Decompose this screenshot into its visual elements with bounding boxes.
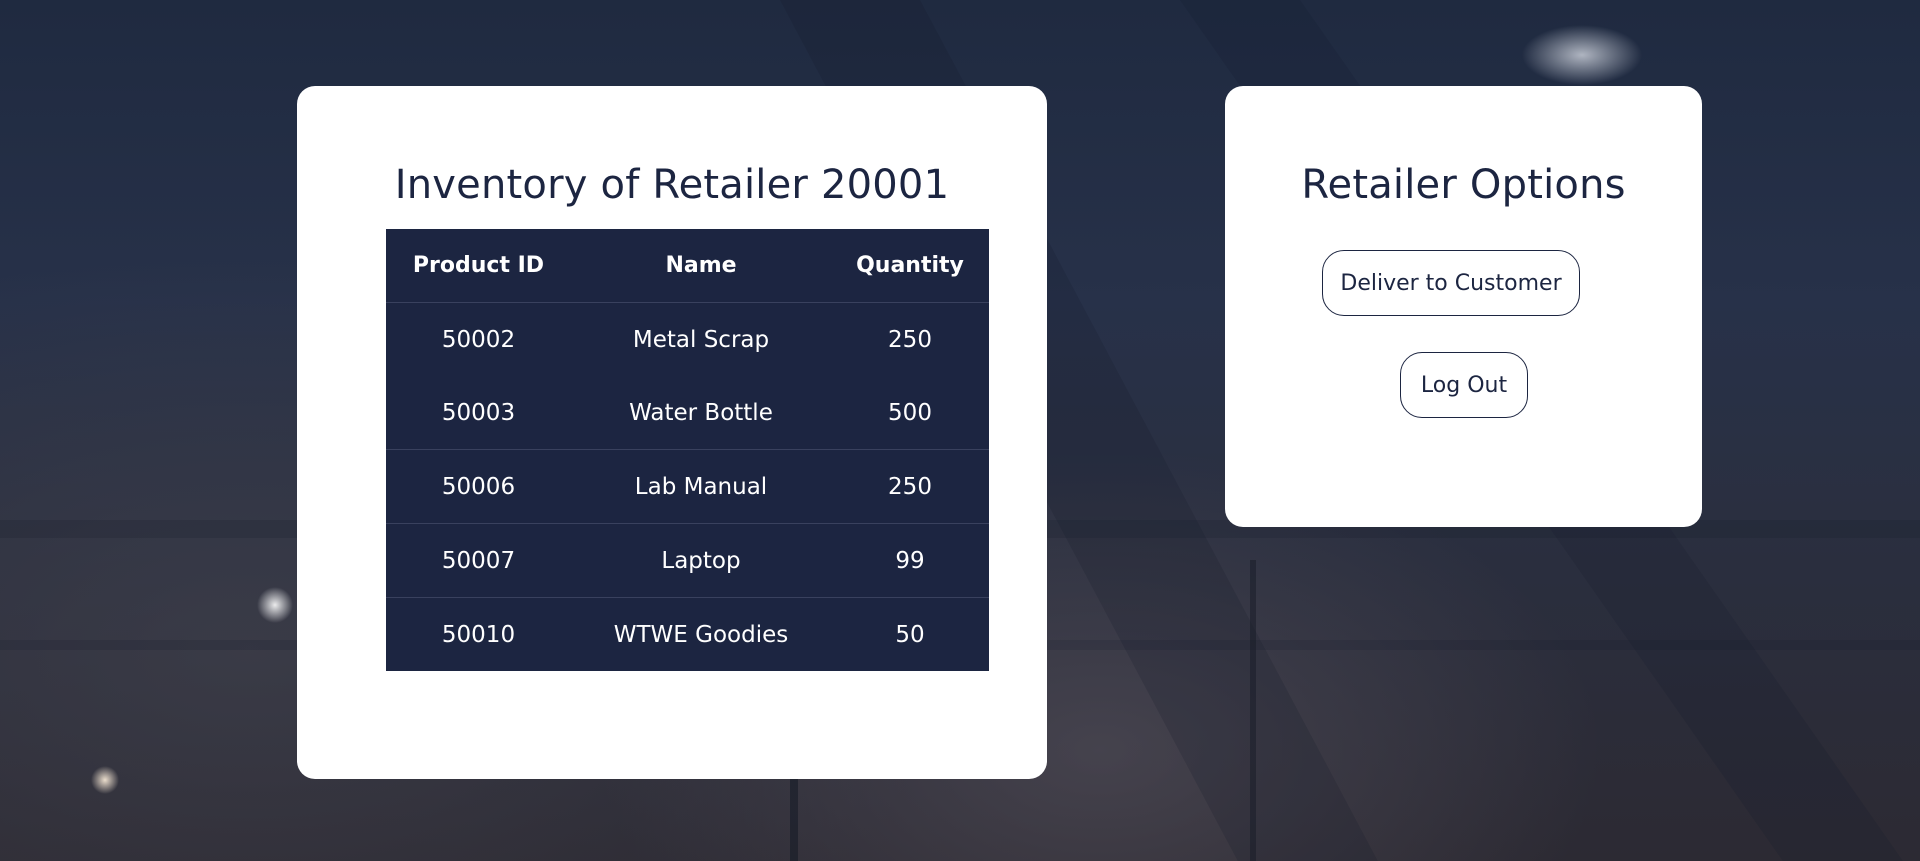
options-title: Retailer Options <box>1301 162 1626 208</box>
deliver-to-customer-button[interactable]: Deliver to Customer <box>1322 250 1580 316</box>
table-row: 50003 Water Bottle 500 <box>386 376 989 450</box>
table-row: 50002 Metal Scrap 250 <box>386 303 989 377</box>
cell-product-id: 50002 <box>441 326 516 353</box>
cell-name: Lab Manual <box>571 449 831 524</box>
table-row: 50010 WTWE Goodies 50 <box>386 598 989 672</box>
inventory-table: Product ID Name Quantity 50002 Metal Scr… <box>386 229 989 671</box>
cell-name: Metal Scrap <box>632 326 770 353</box>
cell-quantity: 250 <box>888 326 932 353</box>
column-header-name: Name <box>571 229 831 303</box>
inventory-title: Inventory of Retailer 20001 <box>394 162 950 208</box>
background-pillar <box>1250 560 1256 861</box>
table-header-row: Product ID Name Quantity <box>386 229 989 303</box>
retailer-options-card: Retailer Options Deliver to Customer Log… <box>1225 86 1702 527</box>
cell-name: WTWE Goodies <box>613 621 789 648</box>
table-row: 50007 Laptop 99 <box>386 523 989 598</box>
table-row: 50006 Lab Manual 250 <box>386 449 989 524</box>
cell-quantity: 50 <box>895 621 925 648</box>
cell-quantity: 250 <box>831 449 989 524</box>
cell-name: Water Bottle <box>571 376 831 450</box>
cell-product-id: 50006 <box>386 449 571 524</box>
cell-product-id: 50003 <box>386 376 571 450</box>
cell-product-id: 50010 <box>441 621 516 648</box>
column-header-product-id: Product ID <box>386 229 571 303</box>
column-header-quantity: Quantity <box>831 229 989 303</box>
log-out-button[interactable]: Log Out <box>1400 352 1528 418</box>
inventory-card: Inventory of Retailer 20001 Product ID N… <box>297 86 1047 779</box>
cell-quantity: 500 <box>831 376 989 450</box>
cell-name: Laptop <box>571 523 831 598</box>
cell-quantity: 99 <box>831 523 989 598</box>
cell-product-id: 50007 <box>386 523 571 598</box>
